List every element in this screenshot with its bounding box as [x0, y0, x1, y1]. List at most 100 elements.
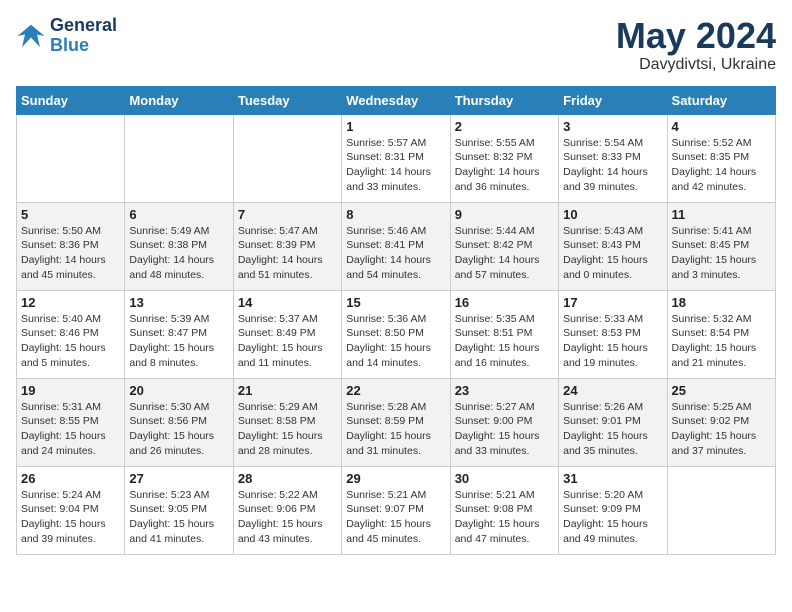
day-number: 26 — [21, 471, 120, 486]
calendar-cell: 4 Sunrise: 5:52 AM Sunset: 8:35 PM Daylig… — [667, 114, 775, 202]
day-info: Sunrise: 5:21 AM Sunset: 9:08 PM Dayligh… — [455, 488, 554, 547]
calendar-cell: 11 Sunrise: 5:41 AM Sunset: 8:45 PM Dayli… — [667, 202, 775, 290]
header-monday: Monday — [125, 86, 233, 114]
calendar-cell: 26Sunrise: 5:24 AM Sunset: 9:04 PM Dayli… — [17, 466, 125, 554]
calendar-cell: 28 Sunrise: 5:22 AM Sunset: 9:06 PM Dayli… — [233, 466, 341, 554]
calendar-cell: 29Sunrise: 5:21 AM Sunset: 9:07 PM Dayli… — [342, 466, 450, 554]
calendar-cell: 15Sunrise: 5:36 AM Sunset: 8:50 PM Dayli… — [342, 290, 450, 378]
calendar-cell: 16 Sunrise: 5:35 AM Sunset: 8:51 PM Dayli… — [450, 290, 558, 378]
day-number: 30 — [455, 471, 554, 486]
calendar-cell: 30 Sunrise: 5:21 AM Sunset: 9:08 PM Dayli… — [450, 466, 558, 554]
day-number: 22 — [346, 383, 445, 398]
day-number: 17 — [563, 295, 662, 310]
day-info: Sunrise: 5:49 AM Sunset: 8:38 PM Dayligh… — [129, 224, 228, 283]
day-number: 3 — [563, 119, 662, 134]
day-info: Sunrise: 5:30 AM Sunset: 8:56 PM Dayligh… — [129, 400, 228, 459]
day-info: Sunrise: 5:28 AM Sunset: 8:59 PM Dayligh… — [346, 400, 445, 459]
calendar-cell: 25 Sunrise: 5:25 AM Sunset: 9:02 PM Dayli… — [667, 378, 775, 466]
day-number: 27 — [129, 471, 228, 486]
day-info: Sunrise: 5:23 AM Sunset: 9:05 PM Dayligh… — [129, 488, 228, 547]
day-number: 2 — [455, 119, 554, 134]
day-info: Sunrise: 5:41 AM Sunset: 8:45 PM Dayligh… — [672, 224, 771, 283]
calendar-cell — [125, 114, 233, 202]
day-number: 19 — [21, 383, 120, 398]
calendar-cell — [667, 466, 775, 554]
calendar-cell: 14Sunrise: 5:37 AM Sunset: 8:49 PM Dayli… — [233, 290, 341, 378]
calendar-cell: 2Sunrise: 5:55 AM Sunset: 8:32 PM Daylig… — [450, 114, 558, 202]
calendar-cell: 1 Sunrise: 5:57 AM Sunset: 8:31 PM Daylig… — [342, 114, 450, 202]
calendar-cell — [233, 114, 341, 202]
header-thursday: Thursday — [450, 86, 558, 114]
calendar-cell: 17 Sunrise: 5:33 AM Sunset: 8:53 PM Dayli… — [559, 290, 667, 378]
week-row-1: 1 Sunrise: 5:57 AM Sunset: 8:31 PM Daylig… — [17, 114, 776, 202]
calendar-cell: 31 Sunrise: 5:20 AM Sunset: 9:09 PM Dayli… — [559, 466, 667, 554]
day-number: 16 — [455, 295, 554, 310]
day-info: Sunrise: 5:39 AM Sunset: 8:47 PM Dayligh… — [129, 312, 228, 371]
calendar-cell: 21Sunrise: 5:29 AM Sunset: 8:58 PM Dayli… — [233, 378, 341, 466]
day-info: Sunrise: 5:43 AM Sunset: 8:43 PM Dayligh… — [563, 224, 662, 283]
day-number: 4 — [672, 119, 771, 134]
calendar-cell: 20 Sunrise: 5:30 AM Sunset: 8:56 PM Dayli… — [125, 378, 233, 466]
calendar-table: SundayMondayTuesdayWednesdayThursdayFrid… — [16, 86, 776, 555]
week-row-4: 19Sunrise: 5:31 AM Sunset: 8:55 PM Dayli… — [17, 378, 776, 466]
day-number: 31 — [563, 471, 662, 486]
page-header: General Blue May 2024 Davydivtsi, Ukrain… — [16, 16, 776, 74]
day-number: 7 — [238, 207, 337, 222]
day-number: 9 — [455, 207, 554, 222]
calendar-cell: 10Sunrise: 5:43 AM Sunset: 8:43 PM Dayli… — [559, 202, 667, 290]
day-info: Sunrise: 5:50 AM Sunset: 8:36 PM Dayligh… — [21, 224, 120, 283]
header-saturday: Saturday — [667, 86, 775, 114]
day-number: 25 — [672, 383, 771, 398]
logo: General Blue — [16, 16, 117, 56]
day-info: Sunrise: 5:57 AM Sunset: 8:31 PM Dayligh… — [346, 136, 445, 195]
day-info: Sunrise: 5:46 AM Sunset: 8:41 PM Dayligh… — [346, 224, 445, 283]
calendar-cell — [17, 114, 125, 202]
day-info: Sunrise: 5:35 AM Sunset: 8:51 PM Dayligh… — [455, 312, 554, 371]
calendar-cell: 3 Sunrise: 5:54 AM Sunset: 8:33 PM Daylig… — [559, 114, 667, 202]
day-info: Sunrise: 5:40 AM Sunset: 8:46 PM Dayligh… — [21, 312, 120, 371]
header-sunday: Sunday — [17, 86, 125, 114]
day-info: Sunrise: 5:54 AM Sunset: 8:33 PM Dayligh… — [563, 136, 662, 195]
header-wednesday: Wednesday — [342, 86, 450, 114]
week-row-5: 26Sunrise: 5:24 AM Sunset: 9:04 PM Dayli… — [17, 466, 776, 554]
day-info: Sunrise: 5:20 AM Sunset: 9:09 PM Dayligh… — [563, 488, 662, 547]
day-number: 12 — [21, 295, 120, 310]
day-info: Sunrise: 5:47 AM Sunset: 8:39 PM Dayligh… — [238, 224, 337, 283]
calendar-header-row: SundayMondayTuesdayWednesdayThursdayFrid… — [17, 86, 776, 114]
day-info: Sunrise: 5:37 AM Sunset: 8:49 PM Dayligh… — [238, 312, 337, 371]
day-info: Sunrise: 5:36 AM Sunset: 8:50 PM Dayligh… — [346, 312, 445, 371]
day-number: 23 — [455, 383, 554, 398]
day-info: Sunrise: 5:52 AM Sunset: 8:35 PM Dayligh… — [672, 136, 771, 195]
calendar-cell: 23 Sunrise: 5:27 AM Sunset: 9:00 PM Dayli… — [450, 378, 558, 466]
calendar-cell: 24 Sunrise: 5:26 AM Sunset: 9:01 PM Dayli… — [559, 378, 667, 466]
calendar-cell: 27 Sunrise: 5:23 AM Sunset: 9:05 PM Dayli… — [125, 466, 233, 554]
day-info: Sunrise: 5:27 AM Sunset: 9:00 PM Dayligh… — [455, 400, 554, 459]
calendar-cell: 6 Sunrise: 5:49 AM Sunset: 8:38 PM Daylig… — [125, 202, 233, 290]
day-info: Sunrise: 5:22 AM Sunset: 9:06 PM Dayligh… — [238, 488, 337, 547]
logo-icon — [16, 21, 46, 51]
day-number: 28 — [238, 471, 337, 486]
calendar-cell: 9 Sunrise: 5:44 AM Sunset: 8:42 PM Daylig… — [450, 202, 558, 290]
day-number: 1 — [346, 119, 445, 134]
day-number: 11 — [672, 207, 771, 222]
logo-text: General Blue — [50, 16, 117, 56]
calendar-cell: 22 Sunrise: 5:28 AM Sunset: 8:59 PM Dayli… — [342, 378, 450, 466]
day-info: Sunrise: 5:44 AM Sunset: 8:42 PM Dayligh… — [455, 224, 554, 283]
day-number: 6 — [129, 207, 228, 222]
day-info: Sunrise: 5:26 AM Sunset: 9:01 PM Dayligh… — [563, 400, 662, 459]
day-number: 24 — [563, 383, 662, 398]
calendar-cell: 18Sunrise: 5:32 AM Sunset: 8:54 PM Dayli… — [667, 290, 775, 378]
day-number: 21 — [238, 383, 337, 398]
calendar-cell: 5 Sunrise: 5:50 AM Sunset: 8:36 PM Daylig… — [17, 202, 125, 290]
day-number: 8 — [346, 207, 445, 222]
day-info: Sunrise: 5:33 AM Sunset: 8:53 PM Dayligh… — [563, 312, 662, 371]
calendar-cell: 12 Sunrise: 5:40 AM Sunset: 8:46 PM Dayli… — [17, 290, 125, 378]
title-block: May 2024 Davydivtsi, Ukraine — [616, 16, 776, 74]
day-info: Sunrise: 5:25 AM Sunset: 9:02 PM Dayligh… — [672, 400, 771, 459]
header-friday: Friday — [559, 86, 667, 114]
day-number: 20 — [129, 383, 228, 398]
calendar-cell: 8 Sunrise: 5:46 AM Sunset: 8:41 PM Daylig… — [342, 202, 450, 290]
week-row-2: 5 Sunrise: 5:50 AM Sunset: 8:36 PM Daylig… — [17, 202, 776, 290]
day-number: 5 — [21, 207, 120, 222]
day-number: 18 — [672, 295, 771, 310]
